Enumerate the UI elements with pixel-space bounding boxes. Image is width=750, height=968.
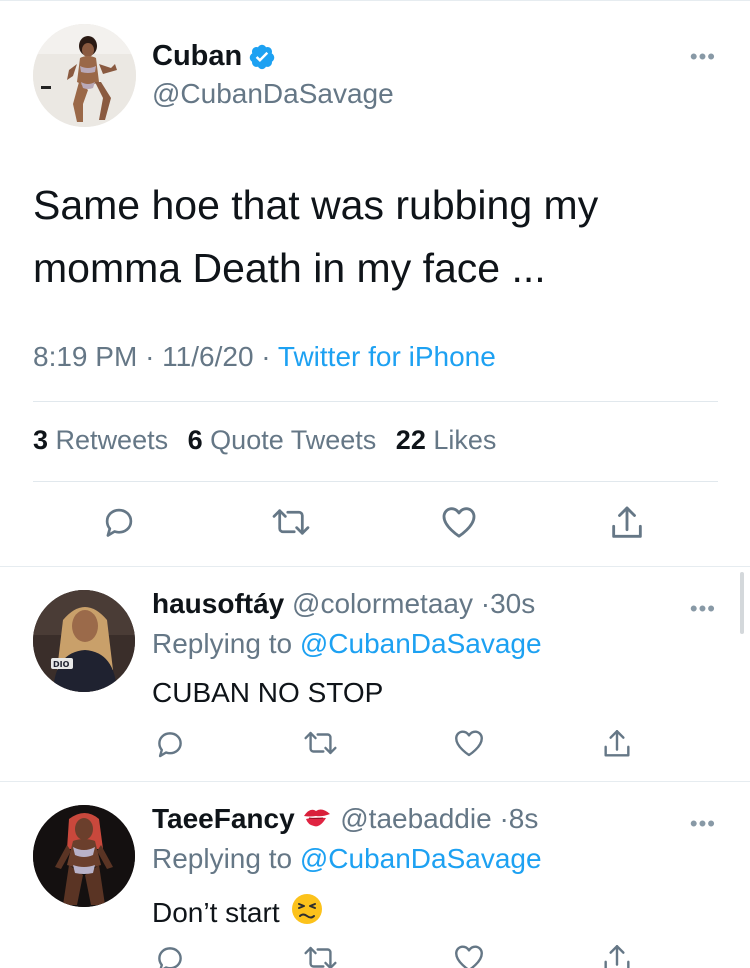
- reply-icon[interactable]: [100, 502, 138, 542]
- tweet-stats: 3 Retweets 6 Quote Tweets 22 Likes: [33, 425, 508, 456]
- retweet-icon[interactable]: [270, 502, 312, 542]
- reply-time[interactable]: 30s: [490, 588, 535, 619]
- reply-display-name[interactable]: TaeeFancy: [152, 803, 295, 834]
- divider: [33, 401, 718, 402]
- reply-tweet[interactable]: TaeeFancy @taebaddie ·8s ••• Replying to…: [0, 781, 750, 968]
- like-icon[interactable]: [439, 502, 479, 542]
- retweets-stat[interactable]: 3 Retweets: [33, 425, 168, 455]
- avatar-photo: [33, 805, 135, 907]
- tweet-text: Same hoe that was rubbing my momma Death…: [33, 182, 599, 291]
- replying-to-line: Replying to @CubanDaSavage: [152, 628, 542, 660]
- reply-header: TaeeFancy @taebaddie ·8s: [152, 803, 538, 837]
- reply-icon[interactable]: [153, 941, 187, 968]
- reply-display-name[interactable]: hausoftáy: [152, 588, 284, 619]
- meta-separator: ·: [145, 341, 163, 372]
- retweet-icon[interactable]: [302, 941, 339, 968]
- reply-text: Don’t start: [152, 896, 280, 928]
- tweet-source[interactable]: Twitter for iPhone: [278, 341, 496, 372]
- tweet-date[interactable]: 11/6/20: [162, 341, 253, 372]
- share-icon[interactable]: [600, 726, 634, 762]
- quote-tweets-stat[interactable]: 6 Quote Tweets: [188, 425, 377, 455]
- reply-handle[interactable]: @taebaddie: [340, 803, 491, 834]
- more-options-icon[interactable]: •••: [690, 598, 716, 620]
- meta-separator: ·: [480, 588, 491, 619]
- avatar-photo: DIO: [33, 590, 135, 692]
- replying-prefix: Replying to: [152, 628, 293, 659]
- avatar[interactable]: DIO: [33, 590, 135, 692]
- more-options-icon[interactable]: •••: [690, 813, 716, 835]
- avatar-photo: [33, 24, 136, 127]
- replying-to-mention[interactable]: @CubanDaSavage: [300, 843, 542, 874]
- author-name-row[interactable]: Cuban: [152, 40, 276, 73]
- like-icon[interactable]: [452, 726, 486, 760]
- reply-icon[interactable]: [153, 726, 187, 762]
- likes-stat[interactable]: 22 Likes: [396, 425, 497, 455]
- share-icon[interactable]: [607, 502, 647, 544]
- reply-header: hausoftáy @colormetaay ·30s: [152, 588, 535, 620]
- reply-handle[interactable]: @colormetaay: [292, 588, 473, 619]
- avatar[interactable]: [33, 24, 136, 127]
- tweet-time[interactable]: 8:19 PM: [33, 341, 137, 372]
- like-icon[interactable]: [452, 941, 486, 968]
- meta-separator: ·: [499, 803, 509, 834]
- retweet-icon[interactable]: [302, 726, 339, 760]
- reply-tweet[interactable]: DIO hausoftáy @colormetaay ·30s ••• Repl…: [0, 566, 750, 781]
- main-tweet: Cuban @CubanDaSavage ••• Same hoe that w…: [0, 0, 750, 566]
- replying-to-line: Replying to @CubanDaSavage: [152, 843, 542, 875]
- author-display-name[interactable]: Cuban: [152, 40, 242, 73]
- replying-prefix: Replying to: [152, 843, 293, 874]
- share-icon[interactable]: [600, 941, 634, 968]
- more-options-icon[interactable]: •••: [690, 46, 716, 68]
- author-handle[interactable]: @CubanDaSavage: [152, 78, 394, 110]
- replying-to-mention[interactable]: @CubanDaSavage: [300, 628, 542, 659]
- svg-text:DIO: DIO: [53, 660, 70, 669]
- divider: [33, 481, 718, 482]
- meta-separator: ·: [261, 341, 278, 372]
- verified-badge-icon: [248, 43, 276, 71]
- persevering-face-emoji: [290, 892, 324, 933]
- kiss-mark-emoji: [302, 804, 332, 837]
- tweet-meta: 8:19 PM · 11/6/20 · Twitter for iPhone: [33, 341, 496, 373]
- reply-text-row: Don’t start: [152, 892, 324, 933]
- reply-text: CUBAN NO STOP: [152, 677, 384, 708]
- reply-time[interactable]: 8s: [509, 803, 539, 834]
- avatar[interactable]: [33, 805, 135, 907]
